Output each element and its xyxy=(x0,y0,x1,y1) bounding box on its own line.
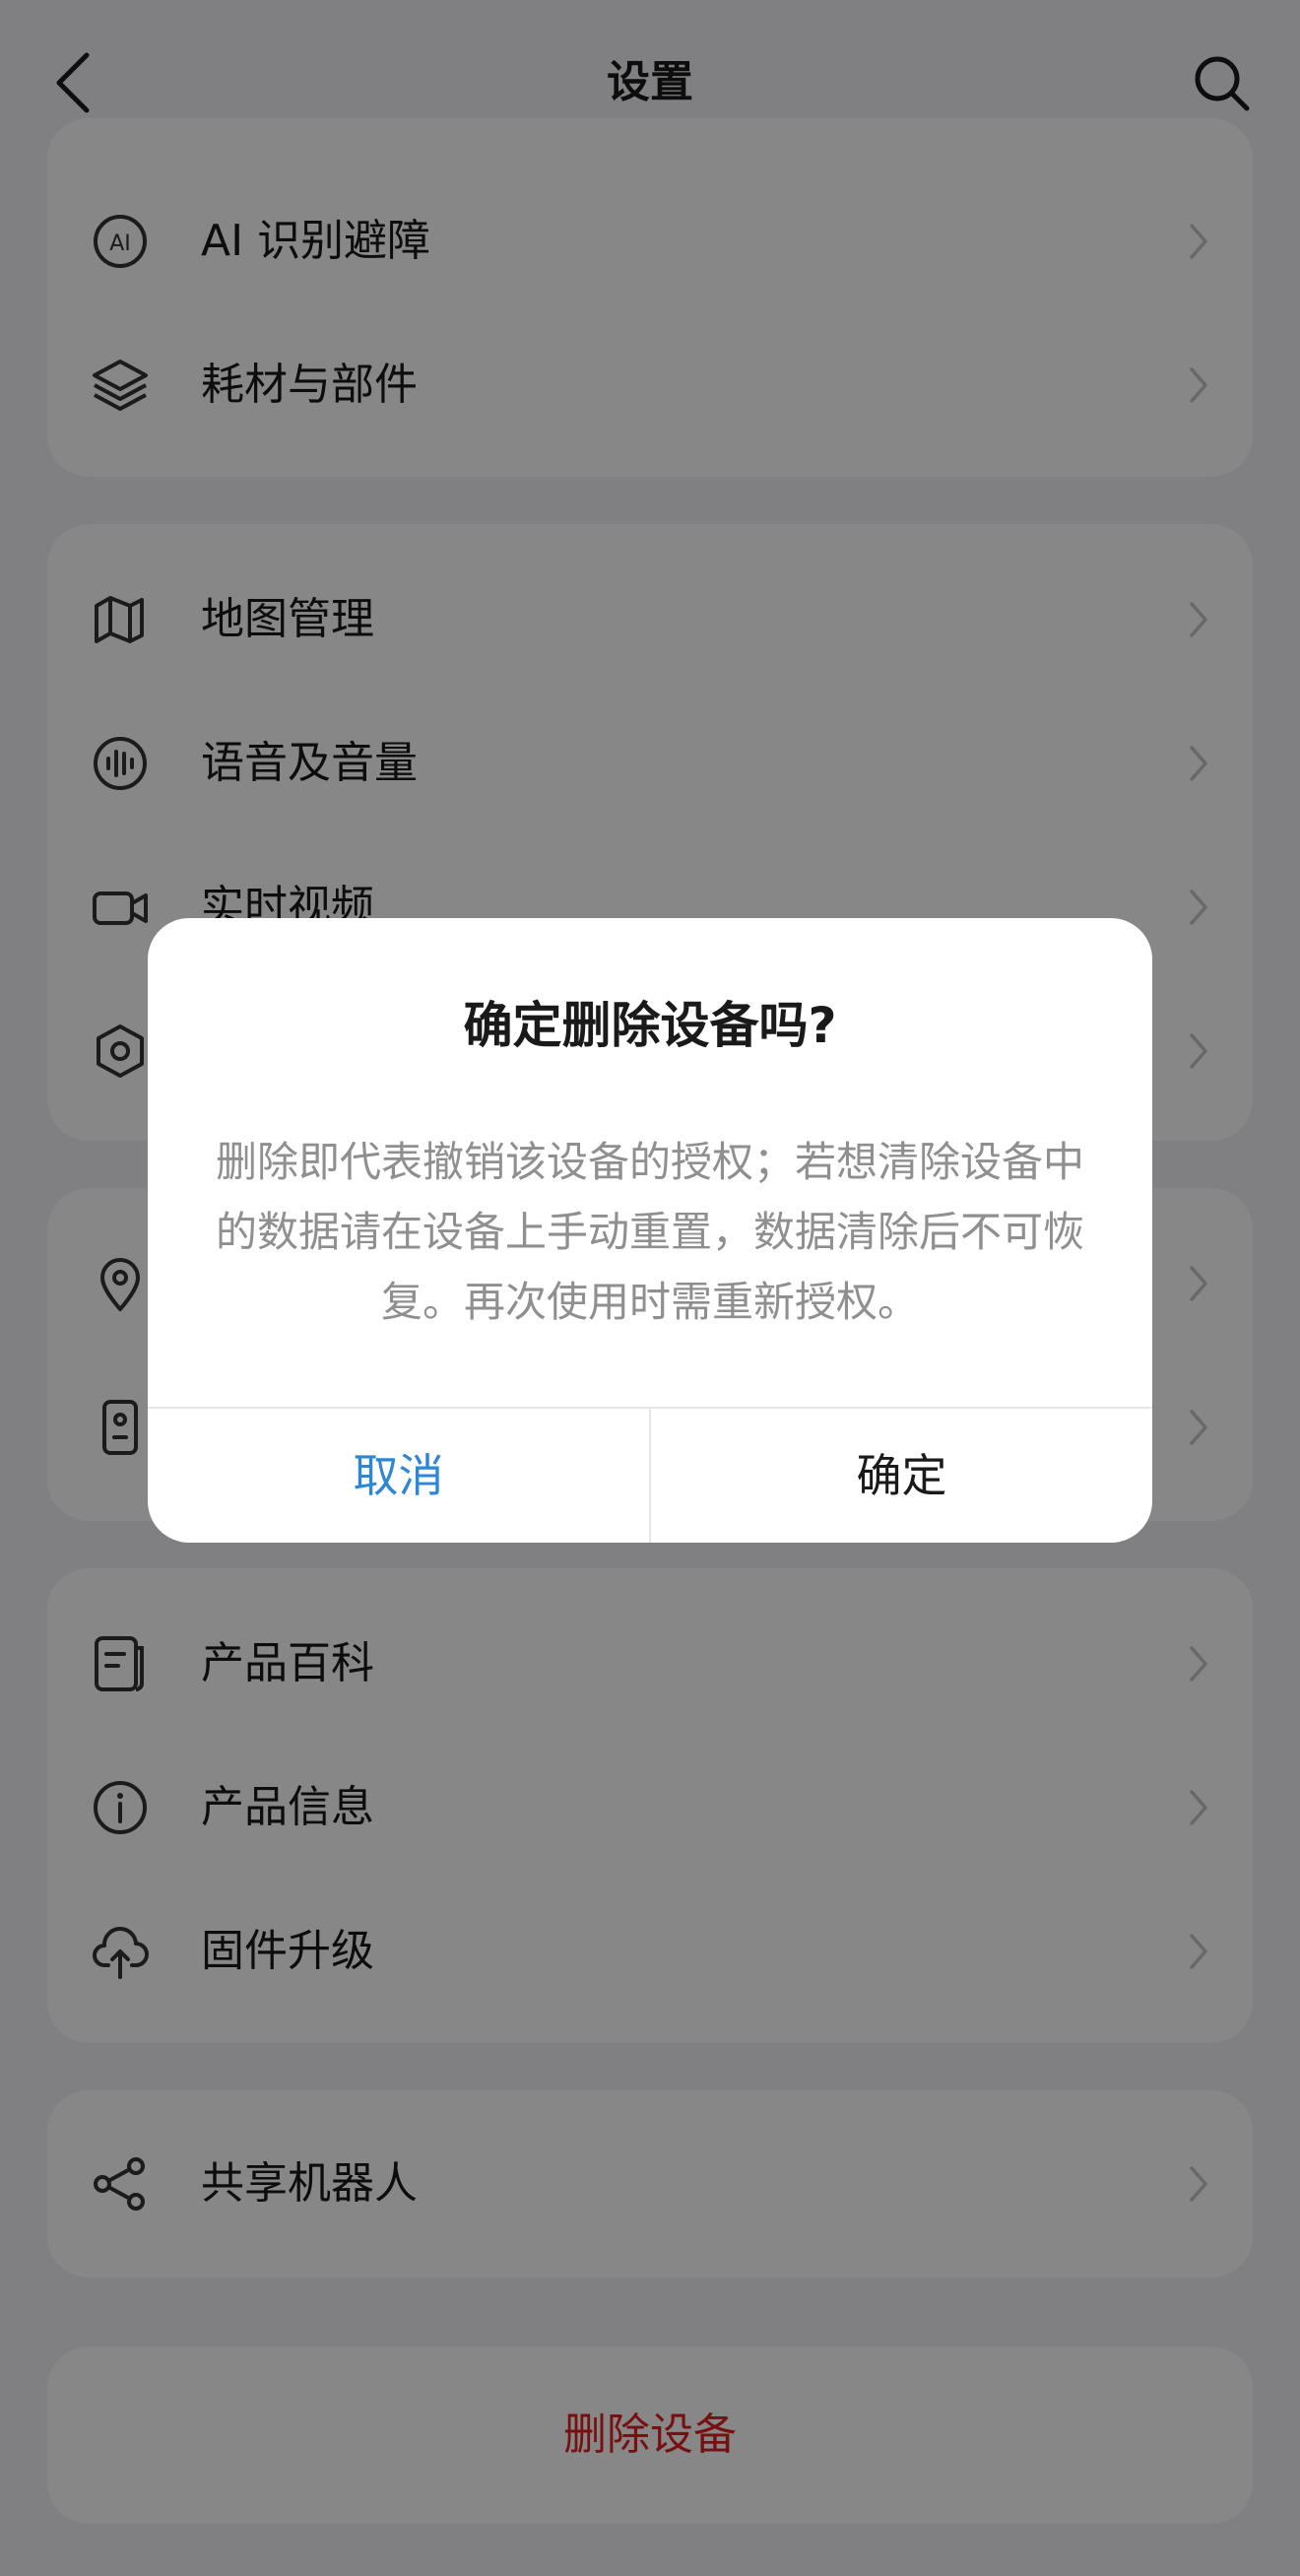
confirm-delete-dialog: 确定删除设备吗? 删除即代表撤销该设备的授权；若想清除设备中的数据请在设备上手动… xyxy=(148,918,1152,1543)
dialog-title: 确定删除设备吗? xyxy=(463,997,837,1054)
cancel-button[interactable]: 取消 xyxy=(148,1409,649,1543)
confirm-button[interactable]: 确定 xyxy=(651,1409,1152,1543)
dialog-message: 删除即代表撤销该设备的授权；若想清除设备中的数据请在设备上手动重置，数据清除后不… xyxy=(215,1138,1084,1326)
